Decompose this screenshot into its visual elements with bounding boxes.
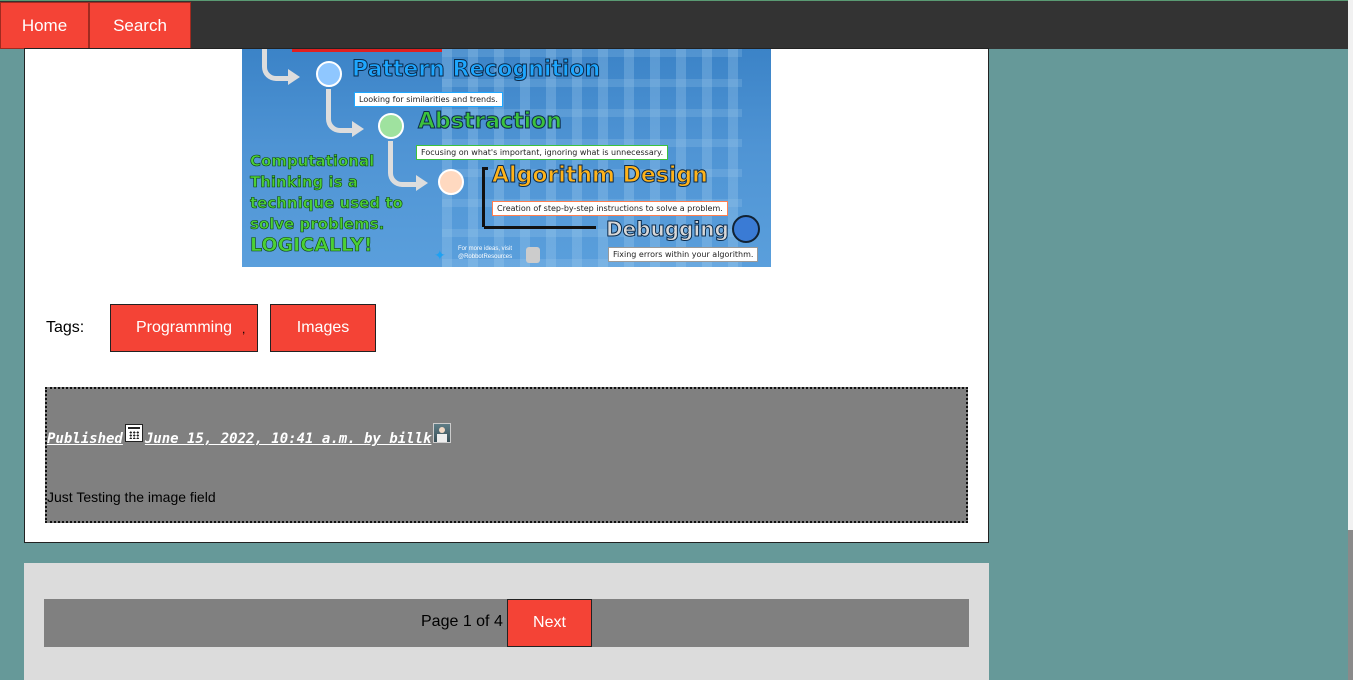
author-avatar-icon	[433, 423, 452, 443]
abstraction-icon	[378, 113, 404, 139]
step-title-pattern-recognition: Pattern Recognition	[351, 57, 601, 83]
published-date-author[interactable]: June 15, 2022, 10:41 a.m. by billk	[145, 431, 432, 447]
search-button[interactable]: Search	[89, 2, 191, 49]
step-caption-abstraction: Focusing on what's important, ignoring w…	[416, 145, 669, 160]
step-caption-algorithm-design: Creation of step-by-step instructions to…	[492, 201, 728, 216]
tags-row: Tags: Programming , Images	[46, 304, 446, 352]
post-description: Just Testing the image field	[47, 489, 216, 505]
tag-images-button[interactable]: Images	[270, 304, 376, 352]
step-title-algorithm-design: Algorithm Design	[492, 163, 709, 189]
step-caption-debugging: Fixing errors within your algorithm.	[608, 247, 759, 262]
pagination-card: Page 1 of 4 Next	[24, 563, 989, 680]
home-button[interactable]: Home	[0, 2, 89, 49]
infographic-credit: For more ideas, visit @RobbotResources	[458, 245, 512, 261]
post-meta-box: Published June 15, 2022, 10:41 a.m. by b…	[45, 387, 968, 523]
scrollbar-track[interactable]	[1348, 0, 1353, 680]
step-caption-pattern-recognition: Looking for similarities and trends.	[354, 92, 503, 107]
credit-line: For more ideas, visit	[458, 246, 513, 252]
tag-programming-button[interactable]: Programming	[110, 304, 258, 352]
bug-icon	[732, 215, 760, 243]
flow-arrow	[262, 49, 288, 81]
tag-separator: ,	[242, 322, 246, 336]
headline-line: Computational	[250, 152, 375, 171]
tags-label: Tags:	[46, 319, 85, 336]
algorithm-icon	[438, 169, 464, 195]
red-banner-edge	[292, 49, 442, 52]
top-nav-bar: Home Search	[0, 0, 1348, 49]
flow-arrowhead	[288, 69, 300, 85]
next-page-button[interactable]: Next	[507, 599, 592, 647]
credit-line: @RobbotResources	[458, 254, 513, 260]
published-label[interactable]: Published	[47, 431, 123, 447]
page-indicator: Page 1 of 4	[421, 613, 503, 630]
published-line[interactable]: Published June 15, 2022, 10:41 a.m. by b…	[47, 423, 452, 449]
pagination-bar: Page 1 of 4 Next	[44, 599, 969, 647]
headline-line: LOGICALLY!	[250, 234, 373, 256]
debug-connector-line	[484, 226, 596, 229]
post-card: Pattern Recognition Looking for similari…	[24, 48, 989, 543]
headline-line: technique used to	[250, 194, 403, 213]
computational-thinking-infographic: Pattern Recognition Looking for similari…	[242, 49, 771, 267]
robot-icon	[526, 247, 540, 263]
algorithm-bracket	[482, 167, 488, 227]
flow-arrowhead	[352, 121, 364, 137]
scrollbar-thumb[interactable]	[1348, 530, 1353, 680]
infographic-headline: Computational Thinking is a technique us…	[250, 151, 410, 256]
flow-arrow	[326, 89, 352, 133]
calendar-icon	[124, 424, 143, 442]
headline-line: Thinking is a	[250, 173, 359, 192]
headline-line: solve problems.	[250, 215, 385, 234]
step-title-abstraction: Abstraction	[418, 109, 563, 135]
step-title-debugging: Debugging	[606, 217, 730, 242]
twitter-icon: ✦	[434, 247, 446, 263]
flow-arrowhead	[416, 175, 428, 191]
brain-icon	[316, 61, 342, 87]
